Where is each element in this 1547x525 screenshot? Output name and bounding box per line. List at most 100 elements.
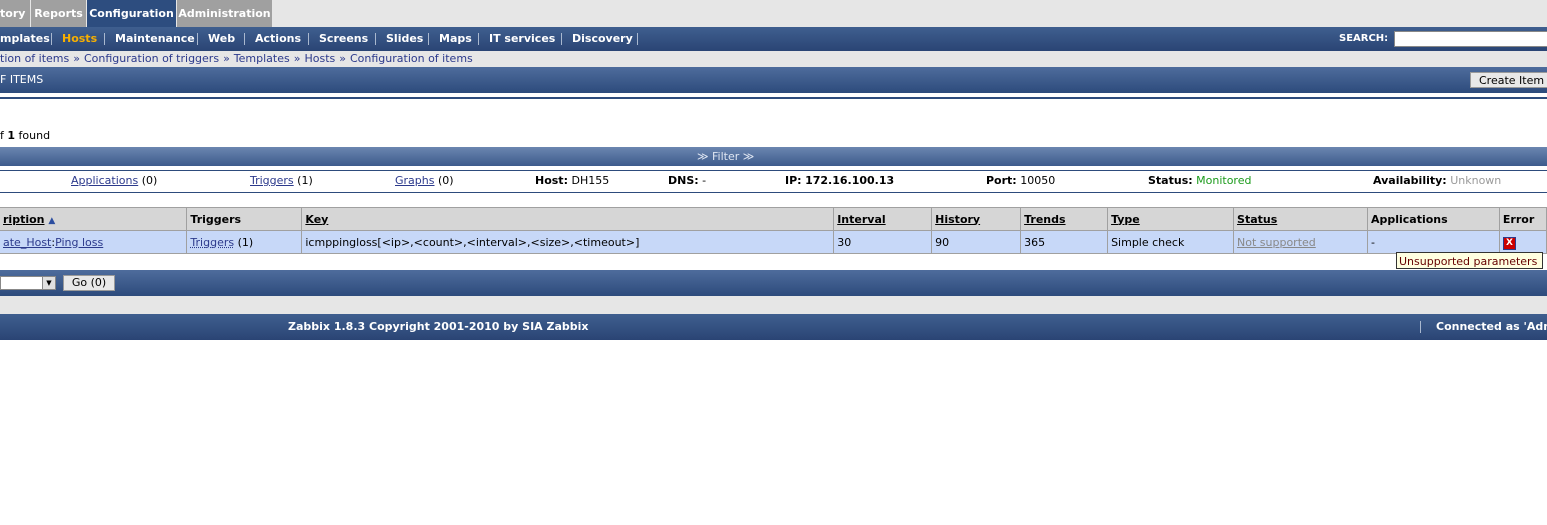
- col-type[interactable]: Type: [1107, 207, 1235, 231]
- search-label: SEARCH:: [1339, 33, 1389, 44]
- breadcrumb-separator: »: [339, 52, 346, 65]
- cell-type: Simple check: [1107, 230, 1235, 254]
- col-interval-label[interactable]: Interval: [837, 213, 885, 226]
- submenu-divider: [478, 33, 479, 45]
- col-applications: Applications: [1367, 207, 1500, 231]
- col-type-label[interactable]: Type: [1111, 213, 1140, 226]
- cell-status: Not supported: [1233, 230, 1368, 254]
- dns-label: DNS:: [668, 174, 699, 187]
- breadcrumb-item[interactable]: Configuration of items: [350, 52, 473, 65]
- cell-description: ate_Host:Ping loss: [0, 230, 188, 254]
- action-select[interactable]: ▼: [0, 276, 56, 290]
- breadcrumb-item[interactable]: Hosts: [304, 52, 335, 65]
- col-history[interactable]: History: [931, 207, 1022, 231]
- submenu-hosts[interactable]: Hosts: [62, 27, 97, 51]
- found-number: 1: [7, 129, 16, 142]
- graphs-count: (0): [437, 174, 454, 187]
- divider: [0, 97, 1547, 99]
- template-host-link[interactable]: ate_Host: [3, 236, 51, 249]
- connected-as-text: Connected as 'Admi: [1436, 320, 1547, 333]
- graphs-link[interactable]: Graphs: [395, 174, 434, 187]
- port-value: 10050: [1020, 174, 1056, 187]
- status-toggle-link[interactable]: Not supported: [1237, 236, 1316, 249]
- ip-value: 172.16.100.13: [805, 174, 895, 187]
- submenu-maps[interactable]: Maps: [439, 27, 472, 51]
- col-triggers: Triggers: [186, 207, 303, 231]
- create-item-button[interactable]: Create Item: [1470, 72, 1547, 88]
- availability-value: Unknown: [1450, 174, 1502, 187]
- host-applications: Applications (0): [71, 171, 157, 191]
- host-availability: Availability: Unknown: [1373, 171, 1501, 191]
- footer: Zabbix 1.8.3 Copyright 2001-2010 by SIA …: [0, 314, 1547, 340]
- breadcrumb-separator: »: [293, 52, 301, 65]
- go-button[interactable]: Go (0): [63, 275, 115, 291]
- applications-link[interactable]: Applications: [71, 174, 138, 187]
- main-menu-reports[interactable]: Reports: [31, 0, 86, 27]
- host-name: Host: DH155: [535, 171, 609, 191]
- submenu-divider: [308, 33, 309, 45]
- host-ip: IP: 172.16.100.13: [785, 171, 894, 191]
- col-key-label[interactable]: Key: [305, 213, 328, 226]
- host-dns: DNS: -: [668, 171, 706, 191]
- col-error: Error: [1499, 207, 1547, 231]
- cell-trends: 365: [1020, 230, 1109, 254]
- main-menu-configuration[interactable]: Configuration: [87, 0, 176, 27]
- breadcrumb-separator: »: [73, 52, 80, 65]
- triggers-link[interactable]: Triggers: [250, 174, 294, 187]
- found-count: f 1 found: [0, 129, 50, 142]
- submenu-screens[interactable]: Screens: [319, 27, 368, 51]
- col-trends[interactable]: Trends: [1020, 207, 1109, 231]
- spacer-strip: [0, 296, 1547, 314]
- host-info-bar: Applications (0) Triggers (1) Graphs (0)…: [0, 170, 1547, 193]
- host-value: DH155: [571, 174, 610, 187]
- main-menu-history[interactable]: tory: [0, 0, 30, 27]
- filter-bar[interactable]: ≫ Filter ≫: [0, 147, 1547, 166]
- main-menu-administration[interactable]: Administration: [177, 0, 272, 27]
- submenu-slides[interactable]: Slides: [386, 27, 423, 51]
- col-interval[interactable]: Interval: [833, 207, 933, 231]
- submenu-it-services[interactable]: IT services: [489, 27, 555, 51]
- status-label: Status:: [1148, 174, 1193, 187]
- cell-interval: 30: [833, 230, 933, 254]
- submenu-maintenance[interactable]: Maintenance: [115, 27, 195, 51]
- submenu-divider: [51, 33, 52, 45]
- row-triggers-count: (1): [237, 235, 254, 249]
- col-description-label[interactable]: ription: [3, 213, 45, 226]
- submenu-actions[interactable]: Actions: [255, 27, 301, 51]
- col-description[interactable]: ription ▲: [0, 207, 188, 231]
- breadcrumb-item[interactable]: tion of items: [0, 52, 69, 65]
- col-trends-label[interactable]: Trends: [1024, 213, 1065, 226]
- submenu-divider: [375, 33, 376, 45]
- main-menu: tory Reports Configuration Administratio…: [0, 0, 1547, 27]
- submenu-discovery[interactable]: Discovery: [572, 27, 633, 51]
- col-key[interactable]: Key: [301, 207, 835, 231]
- breadcrumb-item[interactable]: Templates: [234, 52, 290, 65]
- host-graphs: Graphs (0): [395, 171, 454, 191]
- action-bar: ▼ Go (0): [0, 270, 1547, 296]
- host-status: Status: Monitored: [1148, 171, 1251, 191]
- search-input[interactable]: [1394, 31, 1547, 47]
- footer-divider: [1420, 321, 1421, 333]
- cell-history: 90: [931, 230, 1022, 254]
- col-history-label[interactable]: History: [935, 213, 980, 226]
- cell-applications: -: [1367, 230, 1500, 254]
- row-triggers-link[interactable]: Triggers: [190, 236, 234, 249]
- submenu-divider: [637, 33, 638, 45]
- cell-error: X: [1499, 230, 1547, 254]
- col-status[interactable]: Status: [1233, 207, 1368, 231]
- host-label: Host:: [535, 174, 568, 187]
- submenu-divider: [244, 33, 245, 45]
- col-status-label[interactable]: Status: [1237, 213, 1277, 226]
- breadcrumb-item[interactable]: Configuration of triggers: [84, 52, 219, 65]
- copyright-text: Zabbix 1.8.3 Copyright 2001-2010 by SIA …: [288, 320, 589, 333]
- item-name-link[interactable]: Ping loss: [55, 236, 103, 249]
- submenu-divider: [197, 33, 198, 45]
- breadcrumb-separator: »: [223, 52, 230, 65]
- error-tooltip: Unsupported parameters: [1396, 252, 1543, 269]
- applications-count: (0): [141, 174, 158, 187]
- dropdown-arrow-icon[interactable]: ▼: [42, 277, 55, 289]
- filter-toggle[interactable]: ≫ Filter ≫: [697, 147, 754, 167]
- submenu-templates[interactable]: mplates: [0, 27, 50, 51]
- submenu-web[interactable]: Web: [208, 27, 235, 51]
- error-icon[interactable]: X: [1502, 236, 1516, 250]
